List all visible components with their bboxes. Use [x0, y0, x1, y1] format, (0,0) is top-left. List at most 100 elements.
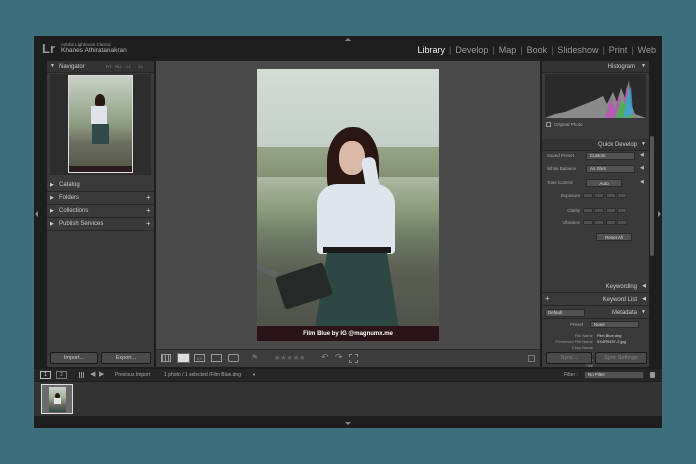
filter-lock-icon[interactable] — [650, 372, 655, 378]
bottom-panel-toggle[interactable] — [345, 422, 351, 425]
white-balance-label: White Balance — [547, 166, 577, 171]
people-view-icon[interactable] — [228, 354, 239, 362]
module-develop[interactable]: Develop — [455, 45, 488, 55]
zoom-fill[interactable]: FILL — [115, 65, 122, 69]
right-panel-toggle[interactable] — [658, 211, 661, 217]
metadata-preset-select[interactable]: None — [590, 321, 639, 328]
photo-watermark: Film Blue by IG @magnumx.me — [303, 331, 393, 337]
zoom-3-1[interactable]: 3:1 — [138, 65, 143, 69]
add-collection-icon[interactable]: + — [146, 206, 151, 215]
white-balance-expand-icon[interactable]: ◀ — [640, 165, 644, 171]
top-panel-toggle[interactable] — [345, 38, 351, 41]
flag-icon[interactable]: ⚑ — [251, 353, 258, 362]
module-library[interactable]: Library — [417, 45, 445, 55]
add-keyword-icon[interactable]: + — [545, 294, 550, 303]
survey-view-icon[interactable] — [211, 354, 222, 362]
import-button[interactable]: Import... — [50, 352, 98, 364]
reset-all-button[interactable]: Reset All — [596, 233, 632, 241]
right-panel-scrollbar[interactable] — [650, 136, 654, 256]
user-name: Khanes Athiratanakran — [61, 47, 127, 54]
loupe-view-icon[interactable] — [177, 353, 190, 363]
secondary-display-1[interactable]: 1 — [40, 371, 51, 379]
keyword-list-header[interactable]: + Keyword List ◀ — [542, 294, 649, 306]
metadata-header[interactable]: Default Metadata ▼ — [542, 307, 649, 319]
filter-select[interactable]: No Filter — [584, 371, 644, 379]
auto-tone-button[interactable]: Auto — [586, 179, 622, 187]
histogram-header[interactable]: Histogram ▼ — [542, 61, 649, 73]
lightroom-window: Lr Adobe Lightroom Classic Khanes Athira… — [34, 36, 662, 428]
filmstrip-thumbnail-cell[interactable] — [41, 384, 73, 414]
module-web[interactable]: Web — [638, 45, 656, 55]
navigator-thumbnail[interactable] — [68, 75, 133, 173]
filmstrip — [34, 382, 662, 416]
add-folder-icon[interactable]: + — [146, 193, 151, 202]
compare-view-icon[interactable]: XY — [194, 354, 205, 362]
subject-shirt — [317, 184, 395, 254]
preset-label: Preset — [570, 322, 584, 327]
lr-logo: Lr — [42, 41, 55, 56]
metadata-label: Metadata — [611, 310, 637, 316]
collections-header[interactable]: ▶ Collections + — [47, 205, 154, 218]
quick-develop-header[interactable]: Quick Develop ▼ — [542, 139, 649, 151]
left-panel: ▼ Navigator FIT FILL 1:1 3:1 ▶ Catalog ▶ F… — [47, 61, 154, 367]
keywording-header[interactable]: Keywording ◀ — [542, 281, 649, 293]
library-toolbar: XY ⚑ ★★★★★ ↶ ↷ — [156, 349, 540, 367]
grid-view-icon[interactable] — [161, 354, 171, 362]
rotate-left-icon[interactable]: ↶ — [321, 352, 329, 363]
sync-settings-button[interactable]: Sync Settings — [595, 352, 647, 364]
original-photo-label: Original Photo — [554, 122, 583, 127]
module-map[interactable]: Map — [499, 45, 517, 55]
back-arrow-icon[interactable]: ◀ — [90, 370, 95, 378]
catalog-label: Catalog — [59, 182, 80, 188]
filmstrip-info[interactable]: 1 photo / 1 selected /Film Blue.dng — [164, 372, 241, 378]
vibrance-label: Vibrance — [562, 220, 580, 225]
right-panel: Histogram ▼ Original Photo Quick Develop… — [542, 61, 649, 367]
filmstrip-bar: 1 2 ◀ ▶ Previous Import 1 photo / 1 sele… — [34, 369, 662, 381]
filmstrip-grid-icon[interactable] — [79, 372, 85, 378]
sync-button[interactable]: Sync... — [546, 352, 592, 364]
left-panel-toggle[interactable] — [35, 211, 38, 217]
folders-label: Folders — [59, 195, 80, 201]
filter-label: Filter : — [564, 372, 578, 378]
histogram-graph — [545, 74, 646, 118]
crop-overlay-icon[interactable] — [349, 354, 358, 363]
white-balance-select[interactable]: As Shot — [586, 165, 635, 173]
quick-develop-label: Quick Develop — [597, 142, 637, 148]
publish-services-header[interactable]: ▶ Publish Services + — [47, 218, 154, 231]
tone-control-label: Tone Control — [547, 180, 573, 185]
exposure-label: Exposure — [560, 193, 580, 198]
publish-services-label: Publish Services — [59, 221, 104, 227]
filmstrip-info-caret-icon[interactable]: ▼ — [252, 372, 256, 377]
navigator-label: Navigator — [59, 64, 85, 70]
keywording-label: Keywording — [605, 284, 637, 290]
collections-label: Collections — [59, 208, 89, 214]
tone-control-expand-icon[interactable]: ◀ — [640, 179, 644, 185]
toolbar-menu-icon[interactable] — [528, 355, 535, 362]
secondary-display-2[interactable]: 2 — [56, 371, 67, 379]
folders-header[interactable]: ▶ Folders + — [47, 192, 154, 205]
keyword-list-label: Keyword List — [602, 297, 637, 303]
saved-preset-select[interactable]: Custom — [586, 152, 635, 160]
module-print[interactable]: Print — [609, 45, 628, 55]
original-photo-checkbox[interactable] — [546, 122, 551, 127]
zoom-1-1[interactable]: 1:1 — [126, 65, 131, 69]
forward-arrow-icon[interactable]: ▶ — [99, 370, 104, 378]
add-publish-service-icon[interactable]: + — [146, 219, 151, 228]
subject-face — [339, 141, 365, 175]
saved-preset-expand-icon[interactable]: ◀ — [640, 152, 644, 158]
previous-import-label[interactable]: Previous Import — [115, 372, 150, 378]
star-rating[interactable]: ★★★★★ — [274, 354, 305, 362]
filmstrip-thumbnail — [48, 386, 66, 412]
module-slideshow[interactable]: Slideshow — [557, 45, 598, 55]
catalog-header[interactable]: ▶ Catalog — [47, 179, 154, 192]
main-photo[interactable]: Film Blue by IG @magnumx.me — [257, 69, 439, 341]
metadata-view-select[interactable]: Default — [545, 309, 585, 317]
navigator-header[interactable]: ▼ Navigator FIT FILL 1:1 3:1 — [47, 61, 154, 73]
subject-belt — [323, 247, 391, 253]
rotate-right-icon[interactable]: ↷ — [335, 352, 343, 363]
zoom-fit[interactable]: FIT — [106, 65, 111, 69]
histogram-label: Histogram — [607, 64, 635, 70]
module-book[interactable]: Book — [527, 45, 548, 55]
histogram-curve — [545, 80, 646, 118]
export-button[interactable]: Export... — [101, 352, 151, 364]
